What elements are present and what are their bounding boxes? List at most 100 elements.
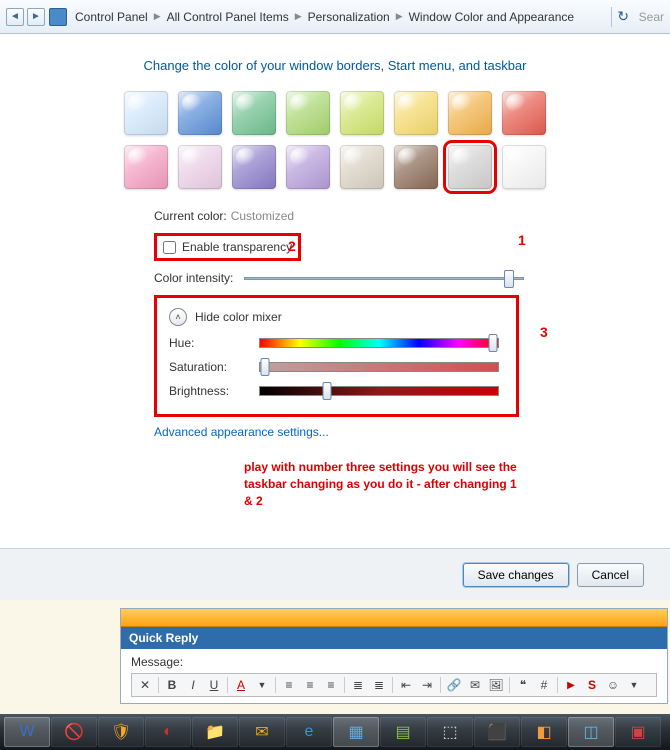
cancel-button[interactable]: Cancel	[577, 563, 644, 587]
align-center-icon[interactable]: ≡	[301, 676, 319, 694]
current-color-label: Current color:	[154, 209, 227, 223]
hash-icon[interactable]: #	[535, 676, 553, 694]
back-button[interactable]: ◄	[6, 8, 24, 26]
location-icon	[49, 8, 67, 26]
taskbar-app-icon[interactable]: ◧	[521, 717, 567, 747]
unlink-icon[interactable]: ✉	[466, 676, 484, 694]
color-swatch[interactable]	[448, 145, 492, 189]
save-changes-button[interactable]: Save changes	[463, 563, 569, 587]
font-color-icon[interactable]: A	[232, 676, 250, 694]
youtube-icon[interactable]: ▶	[562, 676, 580, 694]
brightness-slider[interactable]	[259, 386, 499, 396]
slider-thumb[interactable]	[260, 358, 269, 376]
hide-mixer-label: Hide color mixer	[195, 310, 282, 324]
taskbar-app-icon[interactable]: ▤	[380, 717, 426, 747]
breadcrumb-item[interactable]: All Control Panel Items	[163, 8, 293, 26]
taskbar-app-icon[interactable]: ⬚	[427, 717, 473, 747]
font-color-dropdown-icon[interactable]: ▼	[253, 676, 271, 694]
quick-reply-header: Quick Reply	[121, 627, 667, 649]
editor-toolbar: ✕ B I U A ▼ ≡ ≡ ≡ ≣ ≣ ⇤ ⇥ 🔗 ✉	[131, 673, 657, 697]
smiley-icon[interactable]: ☺	[604, 676, 622, 694]
link-icon[interactable]: 🔗	[445, 676, 463, 694]
bold-icon[interactable]: B	[163, 676, 181, 694]
hue-slider[interactable]	[259, 338, 499, 348]
hue-label: Hue:	[169, 336, 259, 350]
italic-icon[interactable]: I	[184, 676, 202, 694]
outdent-icon[interactable]: ⇤	[397, 676, 415, 694]
color-swatch[interactable]	[502, 91, 546, 135]
remove-format-icon[interactable]: ✕	[136, 676, 154, 694]
color-swatch[interactable]	[178, 91, 222, 135]
slider-thumb[interactable]	[322, 382, 331, 400]
collapse-mixer-button[interactable]: ˄	[169, 308, 187, 326]
color-swatch[interactable]	[340, 91, 384, 135]
color-swatch[interactable]	[232, 145, 276, 189]
annotation-1: 1	[518, 232, 526, 248]
enable-transparency-checkbox[interactable]: Enable transparency	[154, 233, 301, 261]
color-swatch[interactable]	[178, 145, 222, 189]
advanced-appearance-link[interactable]: Advanced appearance settings...	[154, 425, 329, 439]
slider-thumb[interactable]	[489, 334, 498, 352]
taskbar-shield-icon[interactable]: 🛡	[98, 717, 144, 747]
color-swatch[interactable]	[394, 91, 438, 135]
transparency-input[interactable]	[163, 241, 176, 254]
refresh-icon[interactable]: ↻	[611, 7, 631, 27]
page-title: Change the color of your window borders,…	[40, 58, 630, 73]
search-input[interactable]: Sear	[635, 10, 664, 24]
address-bar: ◄ ► Control Panel ▶ All Control Panel It…	[0, 0, 670, 34]
taskbar-app-icon[interactable]: ▣	[615, 717, 661, 747]
color-swatch[interactable]	[286, 91, 330, 135]
current-color-value: Customized	[231, 209, 294, 223]
forum-tab[interactable]	[121, 609, 667, 627]
forward-button[interactable]: ►	[27, 8, 45, 26]
annotation-3: 3	[540, 324, 548, 340]
strikethrough-icon[interactable]: S	[583, 676, 601, 694]
taskbar-word-icon[interactable]: W	[4, 717, 50, 747]
color-swatch[interactable]	[124, 145, 168, 189]
taskbar-explorer-icon[interactable]: 📁	[192, 717, 238, 747]
breadcrumb-item[interactable]: Window Color and Appearance	[405, 8, 578, 26]
color-intensity-slider[interactable]	[244, 277, 524, 280]
saturation-slider[interactable]	[259, 362, 499, 372]
taskbar: W 🚫 🛡 ◐ 📁 ✉ e ▦ ▤ ⬚ ⬛ ◧ ◫ ▣	[0, 714, 670, 750]
button-bar: Save changes Cancel	[0, 548, 670, 600]
saturation-label: Saturation:	[169, 360, 259, 374]
taskbar-app-icon[interactable]: ⬛	[474, 717, 520, 747]
image-icon[interactable]: 🖼	[487, 676, 505, 694]
taskbar-app-icon[interactable]: ◐	[145, 717, 191, 747]
color-swatch[interactable]	[286, 145, 330, 189]
color-mixer-panel: ˄ Hide color mixer Hue: Saturation: Brig…	[154, 295, 519, 417]
taskbar-app-icon[interactable]: ▦	[333, 717, 379, 747]
color-swatch[interactable]	[448, 91, 492, 135]
unordered-list-icon[interactable]: ≣	[370, 676, 388, 694]
current-color-row: Current color: Customized	[154, 209, 630, 223]
taskbar-app-icon[interactable]: ◫	[568, 717, 614, 747]
taskbar-app-icon[interactable]: 🚫	[51, 717, 97, 747]
breadcrumb-item[interactable]: Control Panel	[71, 8, 152, 26]
slider-thumb[interactable]	[504, 270, 514, 288]
message-label: Message:	[131, 655, 657, 669]
color-swatch[interactable]	[340, 145, 384, 189]
underline-icon[interactable]: U	[205, 676, 223, 694]
breadcrumb-item[interactable]: Personalization	[304, 8, 394, 26]
color-swatch[interactable]	[232, 91, 276, 135]
chevron-right-icon: ▶	[394, 11, 405, 22]
quote-icon[interactable]: ❝	[514, 676, 532, 694]
chevron-right-icon: ▶	[152, 11, 163, 22]
annotation-2: 2	[288, 238, 296, 254]
background-window: Quick Reply Message: ✕ B I U A ▼ ≡ ≡ ≡ ≣…	[0, 600, 670, 714]
taskbar-ie-icon[interactable]: e	[286, 717, 332, 747]
color-swatch[interactable]	[502, 145, 546, 189]
indent-icon[interactable]: ⇥	[418, 676, 436, 694]
color-intensity-label: Color intensity:	[154, 271, 244, 285]
taskbar-mail-icon[interactable]: ✉	[239, 717, 285, 747]
chevron-right-icon: ▶	[293, 11, 304, 22]
align-right-icon[interactable]: ≡	[322, 676, 340, 694]
smiley-dropdown-icon[interactable]: ▼	[625, 676, 643, 694]
color-swatch[interactable]	[124, 91, 168, 135]
color-swatches	[40, 91, 630, 189]
ordered-list-icon[interactable]: ≣	[349, 676, 367, 694]
color-swatch[interactable]	[394, 145, 438, 189]
align-left-icon[interactable]: ≡	[280, 676, 298, 694]
forum-panel: Quick Reply Message: ✕ B I U A ▼ ≡ ≡ ≡ ≣…	[120, 608, 668, 704]
